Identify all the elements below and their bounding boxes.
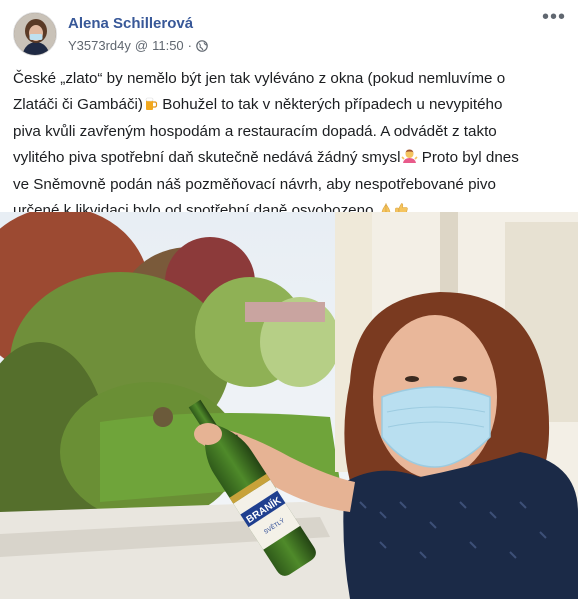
at-sign: @ [134,38,149,53]
woman-shrugging-icon [400,147,418,173]
post-text-line: piva kvůli zavřeným hospodám a restaurac… [13,123,497,140]
facebook-post: Alena Schillerová Y3573rd4y @ 11:50 · ••… [0,0,578,599]
post-meta: Y3573rd4y @ 11:50 · [68,38,208,53]
globe-icon [196,39,208,52]
post-text-line: Zlatáči či Gambáči) Bohužel to tak v něk… [13,92,569,120]
post-text-line: České „zlato“ by nemělo být jen tak vylé… [13,70,506,87]
post-text: České „zlato“ by nemělo být jen tak vylé… [13,66,569,225]
more-options-icon[interactable]: ••• [542,6,566,29]
post-time[interactable]: 11:50 [152,38,184,53]
post-text-line: vylitého piva spotřební daň skutečně ned… [13,145,569,173]
post-header: Alena Schillerová Y3573rd4y @ 11:50 · ••… [0,0,578,60]
post-photo[interactable]: BRANÍK SVĚTLÝ [0,212,578,599]
meta-dot: · [187,38,193,53]
beer-icon [143,94,158,120]
author-name[interactable]: Alena Schillerová [68,15,193,32]
author-avatar[interactable] [13,12,57,56]
account-id: Y3573rd4y [68,38,131,53]
post-text-line: ve Sněmovně podán náš pozměňovací návrh,… [13,176,496,193]
